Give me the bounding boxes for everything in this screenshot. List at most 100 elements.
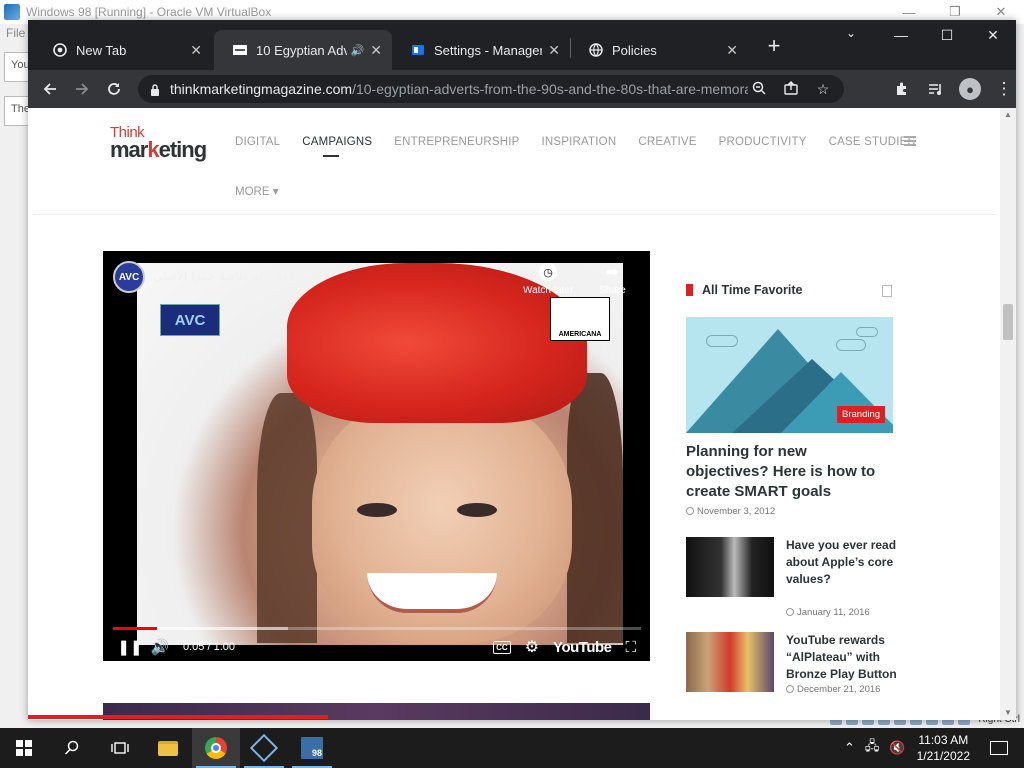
video-controls-right: CC ⚙ YouTube ⛶ <box>493 637 636 657</box>
tab-policies[interactable]: Policies ✕ <box>570 30 748 70</box>
zoom-icon[interactable] <box>748 81 770 98</box>
nav-entrepreneurship[interactable]: ENTREPRENEURSHIP <box>394 136 519 148</box>
video-progress-bar[interactable] <box>113 627 641 630</box>
volume-muted-icon[interactable]: 🔇 <box>889 740 905 756</box>
tab-new-tab[interactable]: New Tab ✕ <box>34 30 212 70</box>
scroll-down-icon[interactable]: ▼ <box>1000 706 1016 720</box>
sidebar-post[interactable]: Have you ever read about Apple’s core va… <box>686 537 898 618</box>
heading-marker <box>686 284 693 296</box>
profile-avatar-icon: ● <box>959 78 981 100</box>
tab-close-icon[interactable]: ✕ <box>190 42 202 59</box>
channel-avatar[interactable]: AVC <box>113 261 145 293</box>
post-date: January 11, 2016 <box>786 607 870 618</box>
task-view-button[interactable] <box>96 728 144 768</box>
header-divider <box>33 214 996 215</box>
search-button[interactable] <box>48 728 96 768</box>
pause-icon[interactable]: ❚❚ <box>115 638 145 656</box>
share-label: Share <box>599 285 626 296</box>
share-icon[interactable] <box>780 80 802 98</box>
tab-close-icon[interactable]: ✕ <box>548 42 560 59</box>
close-icon[interactable]: ✕ <box>970 20 1016 50</box>
nav-creative[interactable]: CREATIVE <box>638 136 696 148</box>
extensions-icon[interactable] <box>886 73 918 105</box>
back-icon[interactable] <box>34 73 66 105</box>
address-bar[interactable]: thinkmarketingmagazine.com/10-egyptian-a… <box>138 75 844 103</box>
virtualbox-title: Windows 98 [Running] - Oracle VM Virtual… <box>26 5 272 19</box>
post-title[interactable]: YouTube rewards “AlPlateau” with Bronze … <box>786 632 898 683</box>
category-badge[interactable]: Branding <box>837 406 886 423</box>
youtube-logo[interactable]: YouTube <box>553 639 612 656</box>
forward-icon[interactable] <box>66 73 98 105</box>
chrome-menu-icon[interactable]: ⋮ <box>988 73 1020 105</box>
post-thumbnail[interactable] <box>686 632 774 692</box>
nav-more[interactable]: MORE ▾ <box>235 184 278 198</box>
volume-icon[interactable]: 🔊 <box>145 638 175 656</box>
logo-part-k: k <box>147 137 159 162</box>
video-title[interactable]: اعلان ام طاقية حمرا الأصلي <box>153 269 293 283</box>
tab-search-icon[interactable]: ⌄ <box>846 26 856 40</box>
featured-image[interactable]: Branding <box>686 317 893 433</box>
task-view-icon <box>111 742 129 754</box>
site-logo[interactable]: Think marketing <box>110 125 207 162</box>
tab-label: Policies <box>612 42 657 58</box>
post-date-text: January 11, 2016 <box>797 607 870 618</box>
youtube-video-player[interactable]: AVC اعلان ام طاقية حمرا الأصلي AVC AMERI… <box>103 251 650 661</box>
nav-case-studies[interactable]: CASE STUDIES <box>829 136 916 148</box>
hamburger-menu-icon[interactable] <box>904 136 916 146</box>
clock-date: 1/21/2022 <box>916 749 970 763</box>
video-time: 0:05 / 1:00 <box>183 641 235 653</box>
tab-settings[interactable]: Settings - Manageme ✕ <box>392 30 570 70</box>
page-scrollbar[interactable]: ▲ ▼ <box>1000 108 1016 720</box>
speaker-icon[interactable]: 🔊 <box>351 44 365 57</box>
fullscreen-icon[interactable]: ⛶ <box>625 639 636 656</box>
media-control-icon[interactable] <box>920 73 952 105</box>
profile-button[interactable]: ● <box>954 73 986 105</box>
settings-gear-icon[interactable]: ⚙ <box>525 637 539 657</box>
tab-egyptian-adverts[interactable]: 10 Egyptian Adve 🔊 ✕ <box>214 30 392 70</box>
url-path: /10-egyptian-adverts-from-the-90s-and-th… <box>352 81 748 97</box>
nav-campaigns[interactable]: CAMPAIGNS <box>302 136 372 148</box>
globe-icon <box>588 42 604 58</box>
windows-taskbar: 98 ⌃ 🖧 🔇 11:03 AM 1/21/2022 <box>0 728 1024 768</box>
new-tab-button[interactable]: + <box>760 35 788 57</box>
share-button[interactable]: ➦ Share <box>599 263 626 296</box>
document-icon <box>882 285 892 297</box>
nav-inspiration[interactable]: INSPIRATION <box>542 136 617 148</box>
scroll-up-icon[interactable]: ▲ <box>1000 108 1016 122</box>
taskbar-windows98-vm[interactable]: 98 <box>288 728 336 768</box>
notification-icon[interactable] <box>990 741 1008 755</box>
network-icon[interactable]: 🖧 <box>865 737 880 759</box>
maximize-icon[interactable]: ☐ <box>924 20 970 50</box>
tray-chevron-icon[interactable]: ⌃ <box>844 740 855 756</box>
virtualbox-menu-file[interactable]: File <box>6 26 25 40</box>
post-title[interactable]: Have you ever read about Apple’s core va… <box>786 537 898 588</box>
tab-close-icon[interactable]: ✕ <box>726 42 738 59</box>
chrome-window: New Tab ✕ 10 Egyptian Adve 🔊 ✕ Settings … <box>28 20 1016 720</box>
minimize-icon[interactable]: — <box>878 20 924 50</box>
post-thumbnail[interactable] <box>686 537 774 597</box>
captions-icon[interactable]: CC <box>493 640 511 654</box>
nav-productivity[interactable]: PRODUCTIVITY <box>719 136 807 148</box>
bookmark-star-icon[interactable]: ☆ <box>812 81 834 98</box>
featured-post-date: November 3, 2012 <box>686 506 775 517</box>
video-eye-right <box>457 503 497 517</box>
nav-digital[interactable]: DIGITAL <box>235 136 280 148</box>
start-button[interactable] <box>0 728 48 768</box>
windows98-vm-icon: 98 <box>301 737 323 759</box>
tab-close-icon[interactable]: ✕ <box>370 42 382 59</box>
taskbar-clock[interactable]: 11:03 AM 1/21/2022 <box>917 732 970 764</box>
folder-icon <box>158 740 178 756</box>
lock-icon[interactable] <box>150 83 160 96</box>
avc-watermark: AVC <box>160 304 220 336</box>
search-icon <box>64 740 79 755</box>
sidebar-post[interactable]: YouTube rewards “AlPlateau” with Bronze … <box>686 632 898 696</box>
taskbar-virtualbox[interactable] <box>240 728 288 768</box>
taskbar-file-explorer[interactable] <box>144 728 192 768</box>
watch-later-button[interactable]: ◷ Watch later <box>523 263 573 296</box>
scrollbar-thumb[interactable] <box>1003 304 1013 340</box>
sidebar-heading: All Time Favorite <box>686 283 803 297</box>
taskbar-chrome[interactable] <box>192 728 240 768</box>
reload-icon[interactable] <box>98 73 130 105</box>
featured-post-title[interactable]: Planning for new objectives? Here is how… <box>686 442 886 502</box>
video-smile <box>367 573 497 613</box>
